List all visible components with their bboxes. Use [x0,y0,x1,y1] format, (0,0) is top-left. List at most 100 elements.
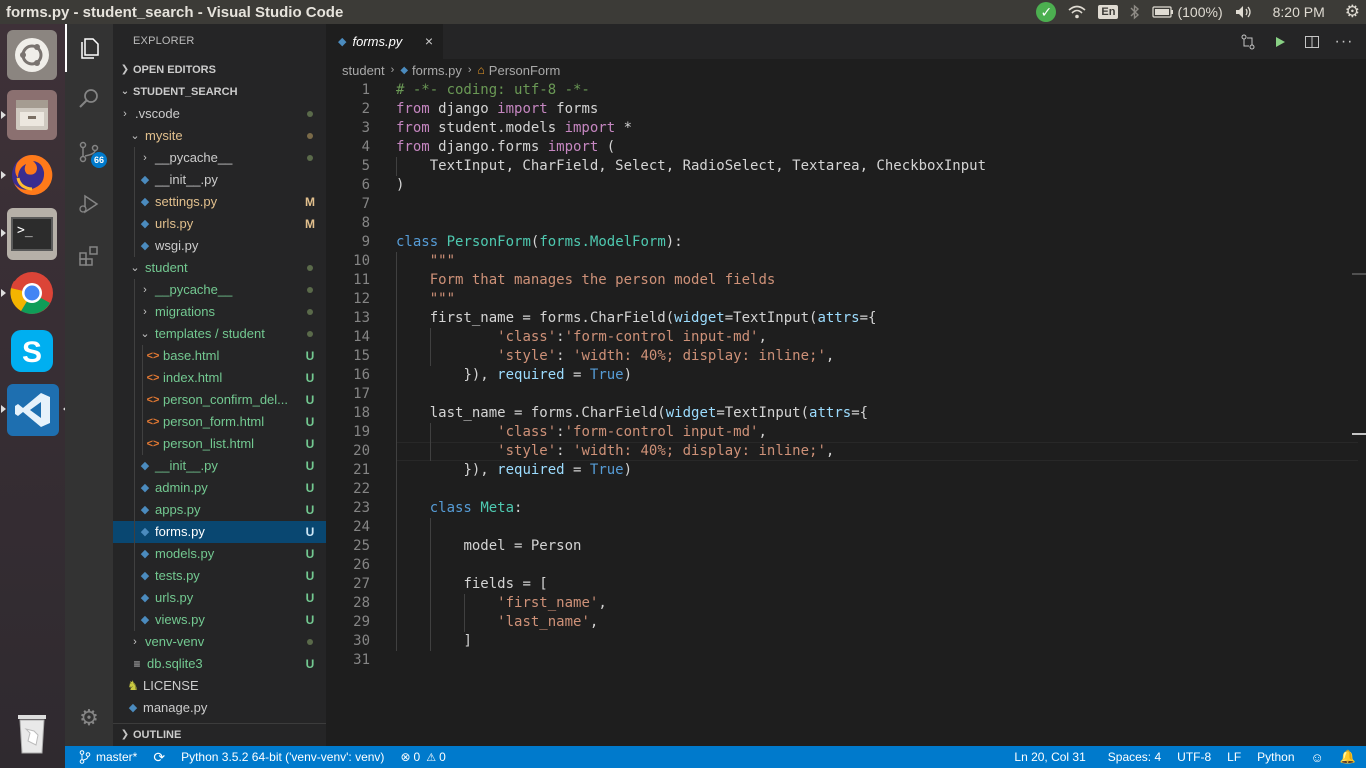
volume-icon[interactable] [1229,0,1259,24]
breadcrumb-symbol[interactable]: PersonForm [489,63,561,78]
file-models[interactable]: ◆ models.py U [113,543,326,565]
folder-venv[interactable]: › venv-venv [113,631,326,653]
folder-templates-student[interactable]: ⌄ templates / student [113,323,326,345]
warning-icon: ⚠ [426,751,437,764]
file-wsgi[interactable]: ◆ wsgi.py [113,235,326,257]
problems-indicator[interactable]: ⊗ 0 ⚠ 0 [392,746,453,768]
firefox-icon[interactable] [1,150,57,200]
folder-vscode[interactable]: › .vscode [113,103,326,125]
manage-gear-icon[interactable]: ⚙ [65,694,113,742]
files-app-icon[interactable] [1,90,57,140]
breadcrumb-folder[interactable]: student [342,63,385,78]
file-apps[interactable]: ◆ apps.py U [113,499,326,521]
git-status-dot [307,309,313,315]
tab-forms-py[interactable]: ◆ forms.py × [326,24,443,59]
more-actions-icon[interactable]: ··· [1328,24,1360,59]
python-file-icon: ◆ [140,548,150,560]
source-control-badge: 66 [90,152,107,168]
open-editors-section[interactable]: ❯ OPEN EDITORS [113,59,326,81]
indentation[interactable]: Spaces: 4 [1100,746,1169,768]
open-changes-icon[interactable] [1232,24,1264,59]
git-status-dot [307,287,313,293]
python-interpreter[interactable]: Python 3.5.2 64-bit ('venv-venv': venv) [173,746,392,768]
code-editor[interactable]: 1 2 3 4 5 6 7 8 9 10 11 12 13 14 15 16 17 18 19 20 21 22 23 24 2… [326,81,1366,746]
line-number: 22 [353,481,370,497]
terminal-icon[interactable]: >_ [1,208,57,260]
split-editor-icon[interactable] [1296,24,1328,59]
folder-migrations[interactable]: › migrations [113,301,326,323]
line-number: 23 [353,500,370,516]
sync-icon[interactable]: ⟳ [145,746,173,768]
language-mode[interactable]: Python [1249,746,1302,768]
file-person-list-html[interactable]: <> person_list.html U [113,433,326,455]
code-line: """ [429,253,456,269]
file-mysite-urls[interactable]: ◆ urls.py M [113,213,326,235]
run-debug-icon[interactable] [65,180,113,228]
file-student-init[interactable]: ◆ __init__.py U [113,455,326,477]
git-branch[interactable]: master* [65,746,145,768]
breadcrumb-file[interactable]: forms.py [412,63,462,78]
python-file-icon: ◆ [338,36,347,48]
file-mysite-init[interactable]: ◆ __init__.py [113,169,326,191]
file-db-sqlite3[interactable]: ≡ db.sqlite3 U [113,653,326,675]
skype-icon[interactable]: S [7,326,57,376]
file-manage[interactable]: ◆ manage.py [113,697,326,719]
folder-mysite[interactable]: ⌄ mysite [113,125,326,147]
cursor-position[interactable]: Ln 20, Col 31 [1006,746,1099,768]
trash-icon[interactable] [7,708,57,758]
code-line: class PersonForm(forms.ModelForm): [396,234,683,250]
error-count: 0 [413,750,421,764]
file-forms[interactable]: ◆ forms.py U [113,521,326,543]
line-number: 9 [361,234,370,250]
running-indicator [1,229,6,237]
chrome-icon[interactable] [1,268,57,318]
wifi-icon[interactable] [1062,0,1092,24]
window-title: forms.py - student_search - Visual Studi… [6,3,344,21]
keyboard-language[interactable]: En [1092,0,1124,24]
update-check-icon[interactable]: ✓ [1030,0,1062,24]
folder-student-pycache[interactable]: › __pycache__ [113,279,326,301]
file-settings[interactable]: ◆ settings.py M [113,191,326,213]
git-untracked-badge: U [305,503,315,517]
clock[interactable]: 8:20 PM [1259,0,1339,24]
chevron-right-icon: › [143,284,147,296]
file-student-urls[interactable]: ◆ urls.py U [113,587,326,609]
close-tab-icon[interactable]: × [425,33,433,49]
file-base-html[interactable]: <> base.html U [113,345,326,367]
search-icon[interactable] [65,74,113,122]
battery-indicator[interactable]: (100%) [1146,0,1228,24]
file-person-form-html[interactable]: <> person_form.html U [113,411,326,433]
chevron-down-icon: ⌄ [130,262,140,274]
file-tree: › .vscode ⌄ mysite › __pycache__ ◆ __ini… [113,103,326,719]
outline-section[interactable]: ❯ OUTLINE [113,723,326,745]
end-of-line[interactable]: LF [1219,746,1249,768]
dash-home-icon[interactable] [7,30,57,80]
vscode-icon[interactable] [1,384,68,436]
feedback-icon[interactable]: ☺ [1303,746,1332,768]
code-line: 'style': 'width: 40%; display: inline;', [497,348,835,364]
file-admin[interactable]: ◆ admin.py U [113,477,326,499]
file-views[interactable]: ◆ views.py U [113,609,326,631]
notifications-bell-icon[interactable]: 🔔 [1332,746,1366,768]
code-line: class Meta: [429,500,523,516]
git-modified-badge: M [305,195,315,209]
git-modified-badge: M [305,217,315,231]
file-person-confirm-delete-html[interactable]: <> person_confirm_del... U [113,389,326,411]
settings-gear-icon[interactable]: ⚙ [1339,0,1366,24]
file-license[interactable]: ♞ LICENSE [113,675,326,697]
editor-scrollbar[interactable] [1352,81,1366,746]
line-number: 30 [353,633,370,649]
folder-student[interactable]: ⌄ student [113,257,326,279]
extensions-icon[interactable] [65,232,113,280]
file-tests[interactable]: ◆ tests.py U [113,565,326,587]
file-index-html[interactable]: <> index.html U [113,367,326,389]
file-encoding[interactable]: UTF-8 [1169,746,1219,768]
chevron-right-icon: › [133,636,137,648]
source-control-icon[interactable]: 66 [65,128,113,176]
git-status-dot [307,265,313,271]
run-file-icon[interactable] [1264,24,1296,59]
bluetooth-icon[interactable] [1124,0,1146,24]
project-section[interactable]: ⌄ STUDENT_SEARCH [113,81,326,103]
explorer-icon[interactable] [65,24,113,72]
folder-mysite-pycache[interactable]: › __pycache__ [113,147,326,169]
